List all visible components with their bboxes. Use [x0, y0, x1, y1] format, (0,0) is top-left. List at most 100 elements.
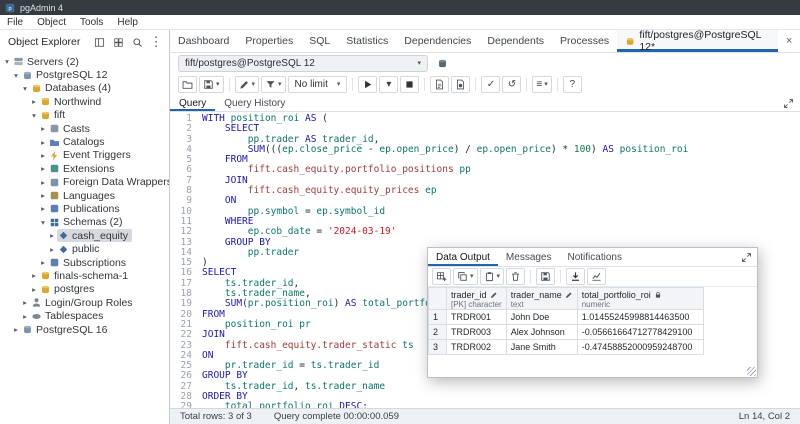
- tree-node-content[interactable]: public: [57, 243, 103, 256]
- expander-icon[interactable]: ▾: [11, 71, 21, 80]
- tree-node-content[interactable]: PostgreSQL 16: [21, 323, 111, 336]
- tree-node-content[interactable]: cash_equity: [57, 229, 132, 242]
- add-row-button[interactable]: [432, 268, 451, 285]
- edit-button[interactable]: ▾: [235, 76, 260, 93]
- tree-node-content[interactable]: Foreign Data Wrappers: [48, 176, 169, 189]
- explain-analyze-button[interactable]: [451, 76, 470, 93]
- tree-node-catalogs[interactable]: ▸Catalogs: [0, 135, 169, 148]
- tab-query-tool[interactable]: fift/postgres@PostgreSQL 12*: [617, 30, 778, 52]
- tree-node-languages[interactable]: ▸Languages: [0, 189, 169, 202]
- menu-object[interactable]: Object: [30, 17, 73, 28]
- expander-icon[interactable]: ▸: [20, 298, 30, 307]
- expand-editor-button[interactable]: [780, 95, 796, 111]
- expander-icon[interactable]: ▸: [38, 191, 48, 200]
- tab-statistics[interactable]: Statistics: [338, 30, 396, 52]
- help-button[interactable]: ?: [563, 76, 582, 93]
- panel-layout-button[interactable]: [91, 34, 107, 50]
- tree-node-foreign-data-wrappers[interactable]: ▸Foreign Data Wrappers: [0, 176, 169, 189]
- row-limit-select[interactable]: No limit▾: [288, 76, 348, 93]
- tree-node-content[interactable]: PostgreSQL 12: [21, 69, 111, 82]
- grid-cell[interactable]: TRDR001: [447, 310, 507, 325]
- rollback-button[interactable]: ↺: [502, 76, 521, 93]
- expander-icon[interactable]: ▸: [29, 285, 39, 294]
- open-file-button[interactable]: [178, 76, 197, 93]
- tree-node-casts[interactable]: ▸Casts: [0, 122, 169, 135]
- menu-tools[interactable]: Tools: [73, 17, 110, 28]
- grid-cell[interactable]: John Doe: [506, 310, 577, 325]
- close-panel-button[interactable]: ×: [778, 30, 800, 52]
- tree-node-postgres[interactable]: ▸postgres: [0, 283, 169, 296]
- macros-button[interactable]: ≡▾: [532, 76, 551, 93]
- tree-node-content[interactable]: postgres: [39, 283, 98, 296]
- tab-query-history[interactable]: Query History: [215, 95, 294, 111]
- execute-script-button[interactable]: [358, 76, 377, 93]
- expander-icon[interactable]: ▸: [20, 312, 30, 321]
- tab-query[interactable]: Query: [170, 95, 215, 111]
- tab-dependencies[interactable]: Dependencies: [396, 30, 479, 52]
- tree-node-publications[interactable]: ▸Publications: [0, 202, 169, 215]
- delete-row-button[interactable]: [506, 268, 525, 285]
- expander-icon[interactable]: ▸: [29, 97, 39, 106]
- tree-node-content[interactable]: Extensions: [48, 162, 118, 175]
- tab-dependents[interactable]: Dependents: [479, 30, 552, 52]
- menu-help[interactable]: Help: [110, 17, 145, 28]
- expander-icon[interactable]: ▸: [11, 325, 21, 334]
- download-csv-button[interactable]: [566, 268, 585, 285]
- grid-cell[interactable]: Alex Johnson: [506, 325, 577, 340]
- connection-select[interactable]: fift/postgres@PostgreSQL 12 ▾: [178, 55, 428, 72]
- tree-node-content[interactable]: Languages: [48, 189, 119, 202]
- tree-node-content[interactable]: Tablespaces: [30, 310, 107, 323]
- expander-icon[interactable]: ▸: [38, 204, 48, 213]
- expander-icon[interactable]: ▾: [29, 111, 39, 120]
- tree-node-login-group-roles[interactable]: ▸Login/Group Roles: [0, 296, 169, 309]
- tab-dashboard[interactable]: Dashboard: [170, 30, 237, 52]
- tree-node-content[interactable]: Subscriptions: [48, 256, 130, 269]
- new-connection-button[interactable]: [434, 56, 450, 72]
- tree-node-fift[interactable]: ▾fift: [0, 109, 169, 122]
- tree-node-content[interactable]: Schemas (2): [48, 216, 127, 229]
- filter-button[interactable]: ▾: [261, 76, 286, 93]
- row-number[interactable]: 2: [429, 325, 447, 340]
- expander-icon[interactable]: ▸: [38, 124, 48, 133]
- expander-icon[interactable]: ▾: [2, 57, 12, 66]
- expander-icon[interactable]: ▸: [38, 258, 48, 267]
- tree-node-servers-2[interactable]: ▾Servers (2): [0, 55, 169, 68]
- stop-button[interactable]: [400, 76, 419, 93]
- expander-icon[interactable]: ▸: [38, 164, 48, 173]
- column-header-total-portfolio-roi[interactable]: total_portfolio_roinumeric: [577, 288, 703, 310]
- grid-select-all-corner[interactable]: [429, 288, 447, 310]
- tree-node-content[interactable]: Login/Group Roles: [30, 296, 137, 309]
- tree-node-postgresql-12[interactable]: ▾PostgreSQL 12: [0, 68, 169, 81]
- tree-node-content[interactable]: Publications: [48, 202, 124, 215]
- row-number[interactable]: 1: [429, 310, 447, 325]
- explorer-menu-button[interactable]: ⋮: [148, 34, 164, 50]
- resize-grip[interactable]: [747, 367, 756, 376]
- tree-node-extensions[interactable]: ▸Extensions: [0, 162, 169, 175]
- tab-processes[interactable]: Processes: [552, 30, 617, 52]
- menu-file[interactable]: File: [0, 17, 30, 28]
- column-header-trader-id[interactable]: trader_id[PK] character: [447, 288, 507, 310]
- tree-node-tablespaces[interactable]: ▸Tablespaces: [0, 309, 169, 322]
- expander-icon[interactable]: ▸: [29, 271, 39, 280]
- tree-node-cash-equity[interactable]: ▸cash_equity: [0, 229, 169, 242]
- tree-node-postgresql-16[interactable]: ▸PostgreSQL 16: [0, 323, 169, 336]
- tab-sql[interactable]: SQL: [301, 30, 338, 52]
- expander-icon[interactable]: ▾: [38, 218, 48, 227]
- expander-icon[interactable]: ▸: [47, 231, 57, 240]
- expander-icon[interactable]: ▸: [38, 178, 48, 187]
- tree-node-content[interactable]: finals-schema-1: [39, 269, 132, 282]
- grid-cell[interactable]: -0.05661664712778429100: [577, 325, 703, 340]
- tree-node-content[interactable]: fift: [39, 109, 69, 122]
- panels-grid-button[interactable]: [110, 34, 126, 50]
- tree-node-databases-4[interactable]: ▾Databases (4): [0, 82, 169, 95]
- grid-cell[interactable]: -0.47458852000959248700: [577, 340, 703, 355]
- explain-button[interactable]: [430, 76, 449, 93]
- search-objects-button[interactable]: [129, 34, 145, 50]
- expander-icon[interactable]: ▸: [38, 138, 48, 147]
- tree-node-content[interactable]: Northwind: [39, 95, 105, 108]
- results-grid[interactable]: trader_id[PK] charactertrader_nametextto…: [428, 287, 757, 377]
- save-data-button[interactable]: [536, 268, 555, 285]
- tree-node-event-triggers[interactable]: ▸Event Triggers: [0, 149, 169, 162]
- tree-node-finals-schema-1[interactable]: ▸finals-schema-1: [0, 269, 169, 282]
- grid-cell[interactable]: TRDR003: [447, 325, 507, 340]
